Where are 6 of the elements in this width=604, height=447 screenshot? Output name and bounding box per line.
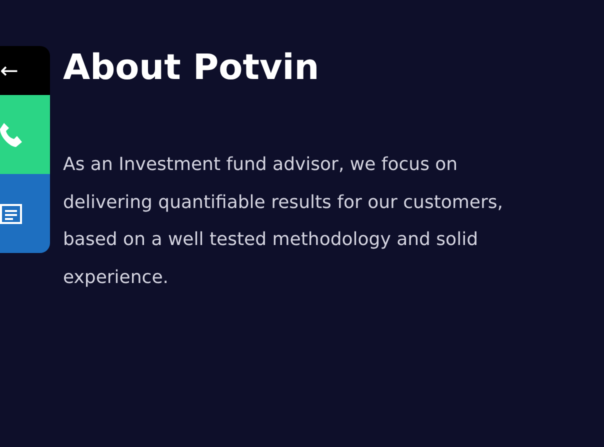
about-paragraph: As an Investment fund advisor, we focus on delivering quantifiable results for our customers, based on a well tested methodology and solid experience. — [63, 153, 504, 290]
form-icon — [0, 202, 22, 226]
page-title: About Potvin — [63, 47, 320, 90]
phone-icon — [0, 122, 22, 146]
back-button[interactable]: ← — [0, 46, 50, 95]
form-button[interactable] — [0, 174, 50, 253]
